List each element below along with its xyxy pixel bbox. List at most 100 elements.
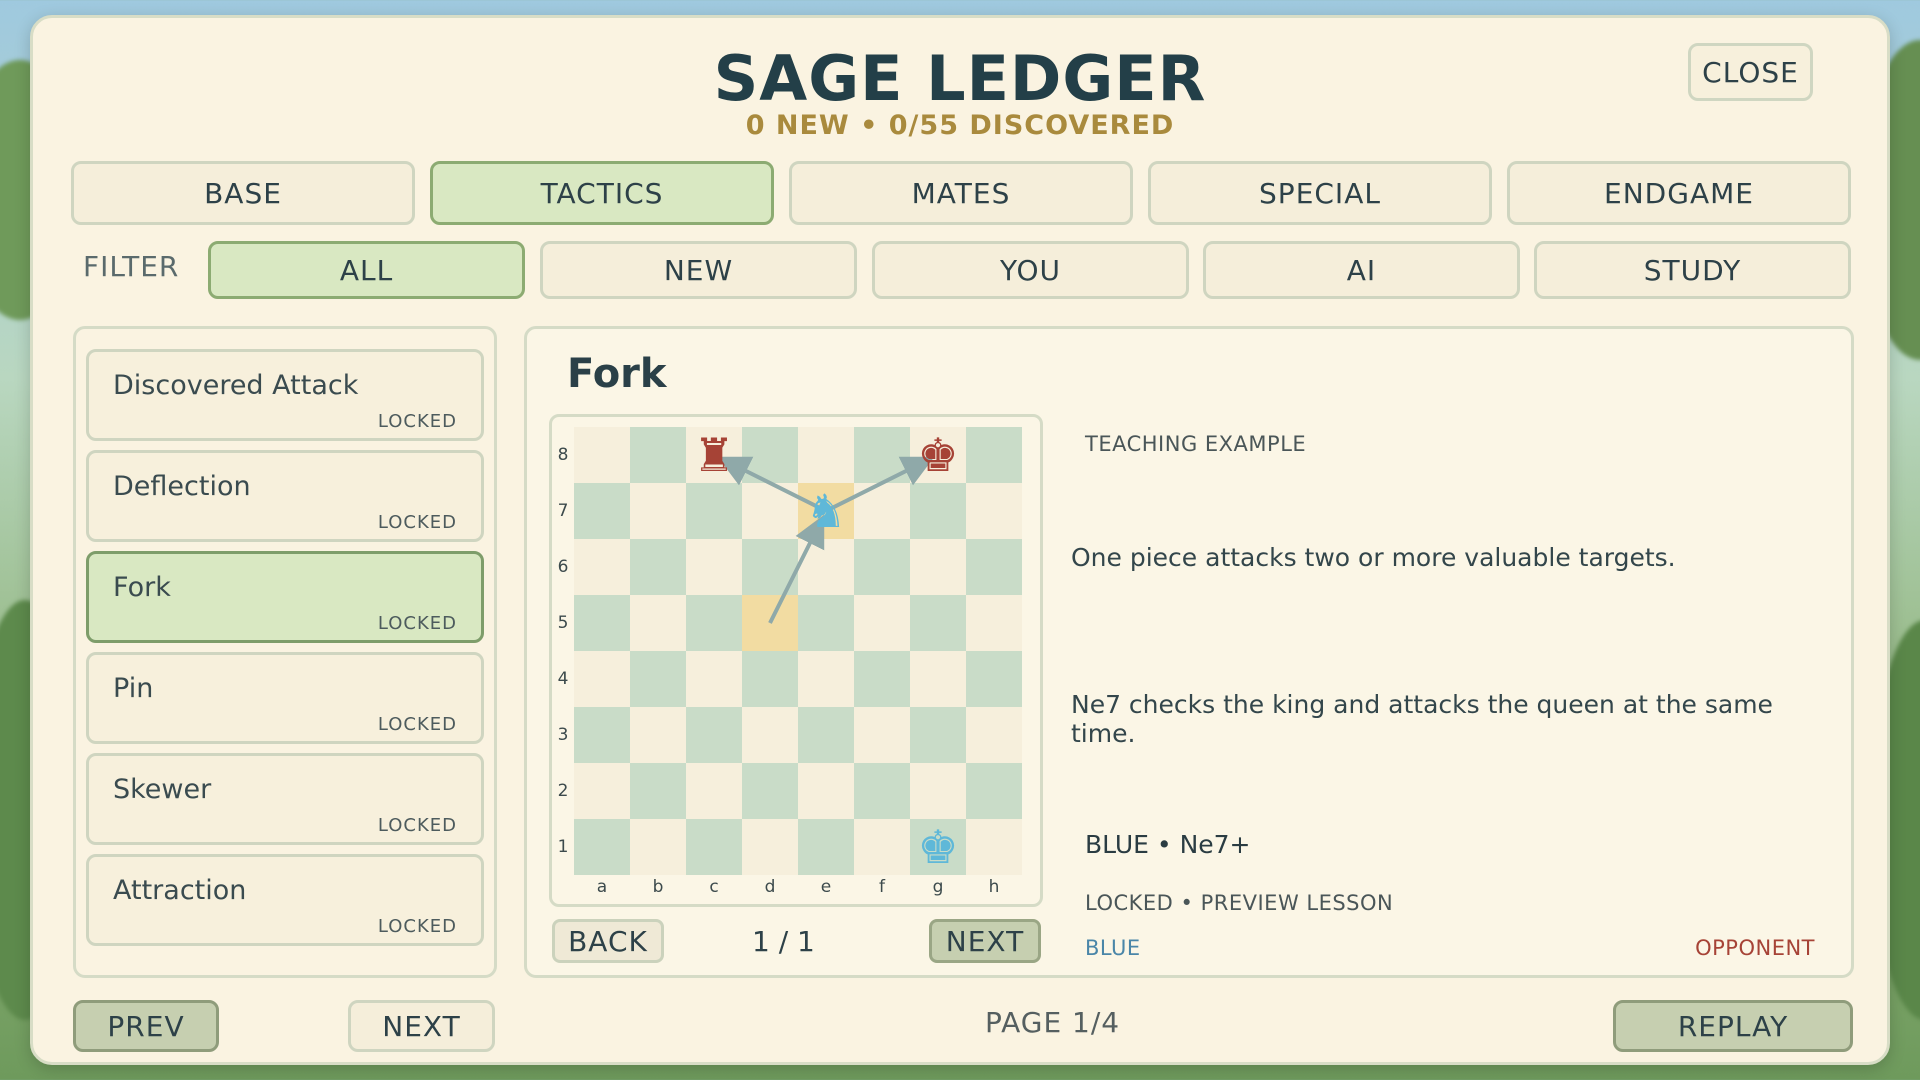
square-b8[interactable]: [630, 427, 686, 483]
square-e1[interactable]: [798, 819, 854, 875]
square-h3[interactable]: [966, 707, 1022, 763]
square-e5[interactable]: [798, 595, 854, 651]
square-b5[interactable]: [630, 595, 686, 651]
tab-base[interactable]: BASE: [71, 161, 415, 225]
filter-label: FILTER: [83, 250, 180, 283]
square-a4[interactable]: [574, 651, 630, 707]
tab-endgame[interactable]: ENDGAME: [1507, 161, 1851, 225]
file-label: b: [652, 877, 664, 897]
square-b2[interactable]: [630, 763, 686, 819]
square-f7[interactable]: [854, 483, 910, 539]
square-c2[interactable]: [686, 763, 742, 819]
square-h8[interactable]: [966, 427, 1022, 483]
square-c7[interactable]: [686, 483, 742, 539]
page-indicator: PAGE 1/4: [985, 1006, 1121, 1039]
tab-special[interactable]: SPECIAL: [1148, 161, 1492, 225]
file-label: c: [709, 877, 719, 897]
ledger-panel: SAGE LEDGER 0 NEW • 0/55 DISCOVERED CLOS…: [30, 15, 1890, 1065]
square-b4[interactable]: [630, 651, 686, 707]
square-d7[interactable]: [742, 483, 798, 539]
square-b7[interactable]: [630, 483, 686, 539]
list-item-deflection[interactable]: Deflection LOCKED: [86, 450, 484, 542]
next-page-button[interactable]: NEXT: [348, 1000, 495, 1052]
square-h1[interactable]: [966, 819, 1022, 875]
square-f8[interactable]: [854, 427, 910, 483]
square-g3[interactable]: [910, 707, 966, 763]
filter-you[interactable]: YOU: [872, 241, 1189, 299]
square-f4[interactable]: [854, 651, 910, 707]
list-item-name: Pin: [113, 673, 154, 704]
square-g7[interactable]: [910, 483, 966, 539]
square-f3[interactable]: [854, 707, 910, 763]
square-f2[interactable]: [854, 763, 910, 819]
close-button[interactable]: CLOSE: [1688, 43, 1813, 101]
square-a7[interactable]: [574, 483, 630, 539]
square-a1[interactable]: [574, 819, 630, 875]
square-a8[interactable]: [574, 427, 630, 483]
filter-all[interactable]: ALL: [208, 241, 525, 299]
example-counter: 1 / 1: [752, 925, 815, 958]
square-d6[interactable]: [742, 539, 798, 595]
square-b3[interactable]: [630, 707, 686, 763]
rank-label: 2: [557, 781, 569, 801]
square-a3[interactable]: [574, 707, 630, 763]
square-d3[interactable]: [742, 707, 798, 763]
square-c3[interactable]: [686, 707, 742, 763]
list-item-discovered-attack[interactable]: Discovered Attack LOCKED: [86, 349, 484, 441]
square-a6[interactable]: [574, 539, 630, 595]
chess-board: ♜ ♚ ♞ ♚: [574, 427, 1022, 875]
square-c4[interactable]: [686, 651, 742, 707]
tab-mates[interactable]: MATES: [789, 161, 1133, 225]
back-button[interactable]: BACK: [552, 919, 664, 963]
square-e3[interactable]: [798, 707, 854, 763]
square-b1[interactable]: [630, 819, 686, 875]
square-g4[interactable]: [910, 651, 966, 707]
square-g2[interactable]: [910, 763, 966, 819]
red-king-icon[interactable]: ♚: [910, 427, 966, 483]
list-item-skewer[interactable]: Skewer LOCKED: [86, 753, 484, 845]
next-example-button[interactable]: NEXT: [929, 919, 1041, 963]
square-c6[interactable]: [686, 539, 742, 595]
square-h5[interactable]: [966, 595, 1022, 651]
square-c5[interactable]: [686, 595, 742, 651]
rank-label: 5: [557, 613, 569, 633]
square-d8[interactable]: [742, 427, 798, 483]
filter-study[interactable]: STUDY: [1534, 241, 1851, 299]
square-c1[interactable]: [686, 819, 742, 875]
list-item-name: Deflection: [113, 471, 251, 502]
square-f5[interactable]: [854, 595, 910, 651]
red-rook-icon[interactable]: ♜: [686, 427, 742, 483]
list-item-attraction[interactable]: Attraction LOCKED: [86, 854, 484, 946]
square-e2[interactable]: [798, 763, 854, 819]
blue-knight-icon[interactable]: ♞: [798, 483, 854, 539]
square-a5[interactable]: [574, 595, 630, 651]
square-h6[interactable]: [966, 539, 1022, 595]
square-g5[interactable]: [910, 595, 966, 651]
prev-page-button[interactable]: PREV: [73, 1000, 219, 1052]
blue-king-icon[interactable]: ♚: [910, 819, 966, 875]
square-e8[interactable]: [798, 427, 854, 483]
square-g6[interactable]: [910, 539, 966, 595]
square-f6[interactable]: [854, 539, 910, 595]
list-item-pin[interactable]: Pin LOCKED: [86, 652, 484, 744]
square-e4[interactable]: [798, 651, 854, 707]
square-e6[interactable]: [798, 539, 854, 595]
square-d5[interactable]: [742, 595, 798, 651]
tab-tactics[interactable]: TACTICS: [430, 161, 774, 225]
list-item-status: LOCKED: [377, 916, 457, 937]
square-a2[interactable]: [574, 763, 630, 819]
square-d4[interactable]: [742, 651, 798, 707]
file-label: a: [596, 877, 608, 897]
list-item-name: Skewer: [113, 774, 212, 805]
square-d1[interactable]: [742, 819, 798, 875]
square-b6[interactable]: [630, 539, 686, 595]
filter-ai[interactable]: AI: [1203, 241, 1520, 299]
square-h2[interactable]: [966, 763, 1022, 819]
filter-new[interactable]: NEW: [540, 241, 857, 299]
replay-button[interactable]: REPLAY: [1613, 1000, 1853, 1052]
list-item-fork[interactable]: Fork LOCKED: [86, 551, 484, 643]
square-h7[interactable]: [966, 483, 1022, 539]
square-d2[interactable]: [742, 763, 798, 819]
square-f1[interactable]: [854, 819, 910, 875]
square-h4[interactable]: [966, 651, 1022, 707]
